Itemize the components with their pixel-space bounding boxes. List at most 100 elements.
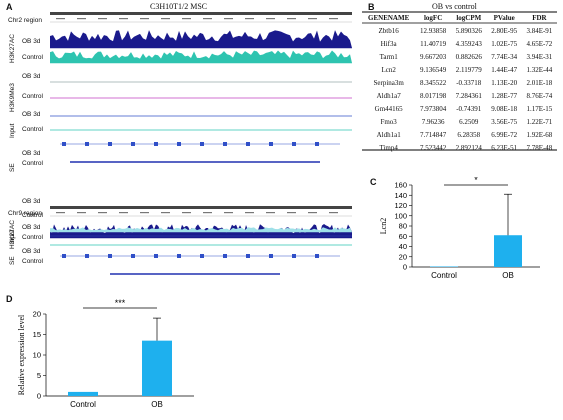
table-cell: Timp4 (379, 143, 398, 152)
table-row: Timp4 7.523442 2.892124 6.23E-51 7.78E-48 (362, 141, 557, 154)
gene-exon (85, 254, 89, 258)
panel-a-label: A (6, 2, 13, 12)
table-cell: 7.78E-48 (526, 143, 553, 152)
ruler-tick (182, 212, 191, 214)
ruler-tick (287, 212, 296, 214)
gene-exon (200, 254, 204, 258)
gene-exon (223, 142, 227, 146)
ruler-tick (56, 212, 65, 214)
y-tick-label: 20 (33, 310, 41, 319)
gene-exon (246, 142, 250, 146)
table-cell: Aldh1a7 (376, 91, 401, 100)
gene-exon (177, 142, 181, 146)
table-cell: 2.892124 (455, 143, 482, 152)
table-header-4: FDR (532, 14, 547, 22)
table-cell: 2.80E-95 (491, 26, 518, 35)
genome-browser-tracks (50, 12, 352, 275)
gene-exon (315, 254, 319, 258)
ruler-tick (266, 212, 275, 214)
table-cell: 2.01E-18 (526, 78, 553, 87)
y-axis-label: Relative expression level (17, 314, 26, 395)
table-header-1: logFC (423, 14, 443, 22)
table-row: Lcn2 9.136549 2.119779 1.44E-47 1.32E-44 (362, 63, 557, 76)
y-tick-label: 160 (394, 181, 407, 190)
bar-ob (142, 340, 172, 396)
ruler-tick (119, 18, 128, 20)
table-cell: 8.345522 (419, 78, 447, 87)
y-tick-label: 15 (33, 330, 41, 339)
bar-ob (494, 235, 522, 267)
table-row: Aldh1a1 7.714847 6.28358 6.99E-72 1.92E-68 (362, 128, 557, 141)
x-tick-label: OB (151, 400, 163, 409)
track-label-control-3: Control (22, 126, 43, 133)
ruler-tick (161, 18, 170, 20)
table-cell: 9.136549 (419, 65, 447, 74)
y-tick-label: 10 (33, 351, 41, 360)
table-cell: 12.93858 (419, 26, 447, 35)
y-axis-label: Lcn2 (379, 218, 388, 234)
table-header-2: logCPM (456, 14, 482, 22)
track-label-control-1: Control (22, 54, 43, 61)
table-cell: 7.96236 (421, 117, 445, 126)
y-tick-label: 0 (37, 392, 41, 401)
table-cell: 6.99E-72 (491, 130, 518, 139)
table-row: Fmo3 7.96236 6.2509 3.56E-75 1.22E-71 (362, 115, 557, 128)
table-row: Tarm1 9.667203 0.882626 7.74E-34 3.94E-31 (362, 50, 557, 63)
table-cell: 6.28358 (457, 130, 481, 139)
table-cell: Gm44165 (374, 104, 403, 113)
table-cell: 8.017198 (419, 91, 447, 100)
x-tick-label: Control (70, 400, 96, 409)
gene-exon (85, 142, 89, 146)
region-chr2-label: Chr2 region (8, 17, 42, 24)
track-label-ob-7: OB 3d (22, 248, 41, 255)
ruler-tick (77, 18, 86, 20)
gene-exon (177, 254, 181, 258)
gene-exon (269, 142, 273, 146)
gene-exon (292, 142, 296, 146)
gene-exon (108, 254, 112, 258)
gene-exon (62, 142, 66, 146)
table-cell: 9.667203 (419, 52, 447, 61)
track-label-ob-4: OB 3d (22, 150, 41, 157)
group-h3k27ac-label-1: H3K27AC (9, 34, 16, 63)
table-cell: 4.359243 (455, 39, 482, 48)
gene-exon (223, 254, 227, 258)
table-cell: 11.40719 (420, 39, 447, 48)
table-cell: 1.17E-15 (526, 104, 553, 113)
table-cell: 1.13E-20 (491, 78, 518, 87)
ruler-tick (98, 212, 107, 214)
table-cell: Hif3a (380, 39, 397, 48)
y-tick-label: 20 (399, 252, 407, 261)
ruler-tick (224, 212, 233, 214)
ruler-tick (203, 212, 212, 214)
y-tick-label: 80 (399, 222, 407, 231)
significance-marker: *** (115, 298, 126, 308)
signal-track (50, 227, 352, 232)
track-label-control-5: Control (22, 212, 43, 219)
table-header-row: GENENAME logFC logCPM PValue FDR (362, 12, 557, 24)
table-cell: 9.08E-18 (491, 104, 518, 113)
gene-exon (154, 254, 158, 258)
gene-exon (131, 142, 135, 146)
ruler-tick (56, 18, 65, 20)
track-label-control-2: Control (22, 93, 43, 100)
signal-track (50, 30, 352, 48)
track-label-ob-2: OB 3d (22, 73, 41, 80)
table-cell: 0.882626 (455, 52, 482, 61)
table-cell: 1.02E-75 (491, 39, 518, 48)
group-se-label-1: SE (9, 163, 16, 172)
x-tick-label: Control (431, 271, 457, 280)
panel-a-title: C3H10T1/2 MSC (150, 2, 208, 11)
table-cell: 7.523442 (419, 143, 447, 152)
ruler-tick (245, 212, 254, 214)
table-cell: 5.890326 (455, 26, 482, 35)
ruler-tick (119, 212, 128, 214)
ruler-tick (182, 18, 191, 20)
ruler-tick (266, 18, 275, 20)
ruler-tick (77, 212, 86, 214)
table-cell: Fmo3 (380, 117, 397, 126)
table-row: Gm44165 7.973804 -0.74391 9.08E-18 1.17E-15 (362, 102, 557, 115)
panel-c-label: C (370, 177, 377, 187)
lcn2-bar-chart: 0 20406080 100120140160 Lcn2 Control OB * (379, 177, 540, 280)
chromosome-ideogram (50, 206, 352, 209)
